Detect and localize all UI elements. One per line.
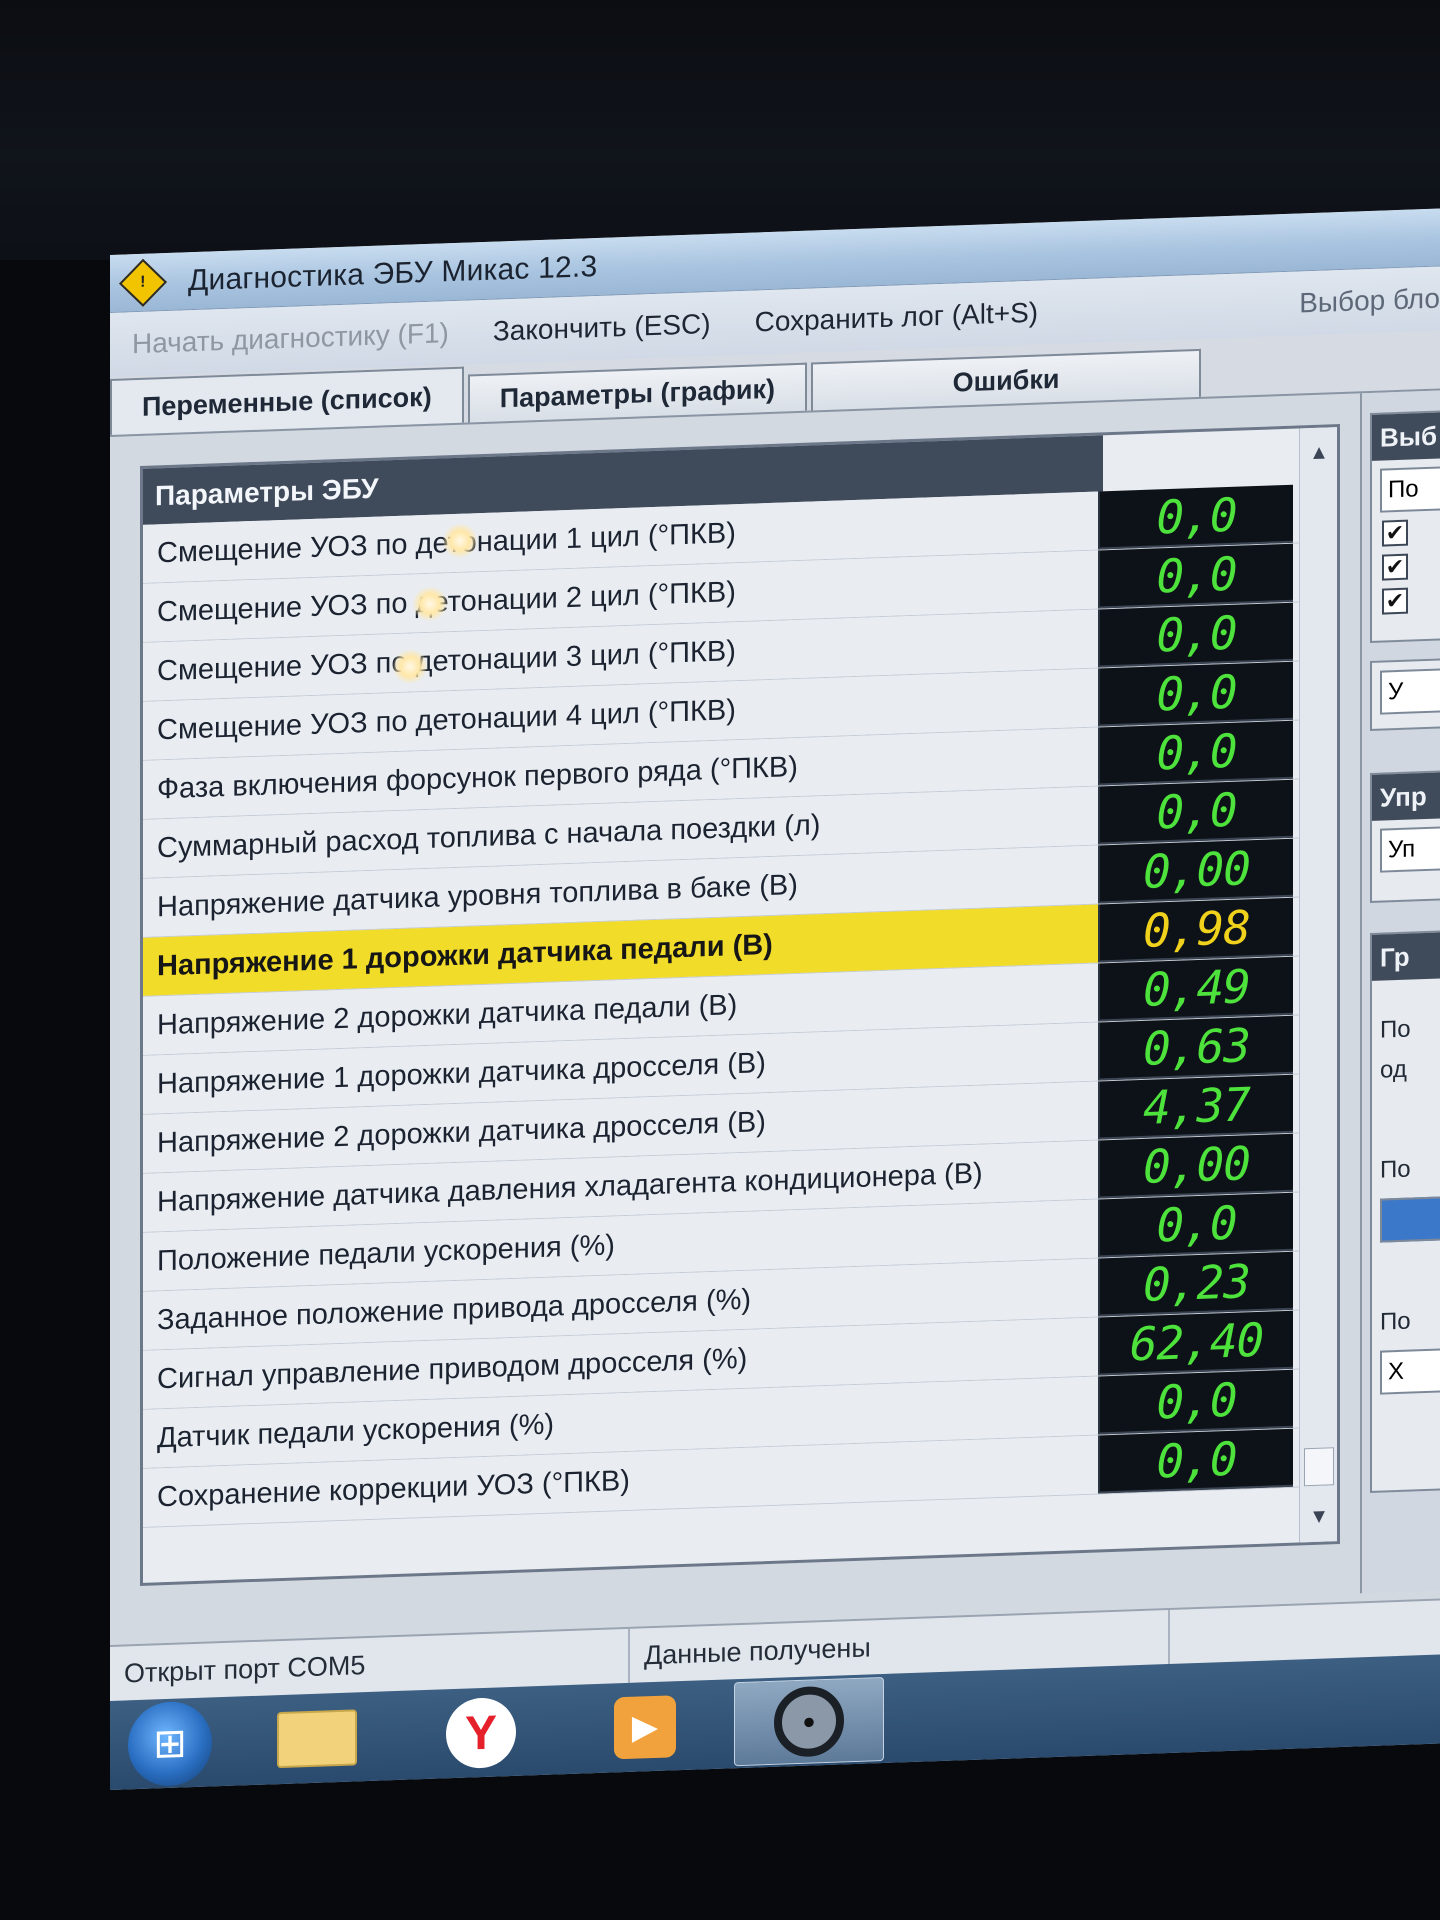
vertical-scrollbar[interactable]: ▲ ▼ (1299, 427, 1338, 1543)
parameter-value: 0,00 (1098, 1133, 1293, 1199)
steering-wheel-icon: ● (774, 1685, 844, 1758)
taskbar-yandex-browser[interactable]: Y (406, 1688, 556, 1777)
side-block-select: Выб По ✔ ✔ ✔ (1370, 409, 1440, 643)
side-text: По (1380, 1015, 1411, 1044)
media-player-icon: ▶ (614, 1695, 676, 1760)
side-panel: Выб По ✔ ✔ ✔ У Упр Уп Гр По од По По Х (1360, 390, 1440, 1594)
parameter-value: 0,0 (1098, 779, 1293, 845)
taskbar-media-player[interactable]: ▶ (570, 1683, 720, 1772)
status-empty (1170, 1601, 1440, 1664)
checkbox-checked-icon[interactable]: ✔ (1382, 553, 1408, 581)
finish-button[interactable]: Закончить (ESC) (471, 307, 733, 348)
parameter-value: 0,49 (1098, 956, 1293, 1022)
windows-start-icon[interactable]: ⊞ (128, 1700, 212, 1788)
parameter-value: 0,0 (1098, 720, 1293, 786)
side-block-action: У (1370, 657, 1440, 731)
parameter-value: 0,0 (1098, 484, 1293, 550)
side-selected-field[interactable] (1380, 1196, 1440, 1243)
parameter-value: 4,37 (1098, 1074, 1293, 1140)
parameter-value: 0,23 (1098, 1251, 1293, 1317)
parameter-value: 0,0 (1098, 602, 1293, 668)
parameter-value: 0,0 (1098, 1369, 1293, 1435)
save-log-button[interactable]: Сохранить лог (Alt+S) (733, 296, 1061, 339)
app-logo-icon: ! (118, 258, 168, 307)
control-dropdown[interactable]: Уп (1380, 826, 1440, 873)
side-block-control: Упр Уп (1370, 769, 1440, 903)
window-title: Диагностика ЭБУ Микас 12.3 (188, 249, 598, 297)
work-area: Параметры ЭБУ Смещение УОЗ по детонации … (110, 388, 1440, 1645)
scroll-down-icon[interactable]: ▼ (1300, 1497, 1338, 1536)
parameter-value: 0,63 (1098, 1015, 1293, 1081)
checkbox-checked-icon[interactable]: ✔ (1382, 519, 1408, 547)
scroll-up-icon[interactable]: ▲ (1300, 433, 1338, 472)
side-input-field[interactable]: Х (1380, 1348, 1440, 1395)
parameter-value: 0,98 (1098, 897, 1293, 963)
side-block-header: Упр (1372, 771, 1440, 821)
start-diagnostics-button[interactable]: Начать диагностику (F1) (110, 316, 471, 361)
side-text: од (1380, 1055, 1407, 1084)
select-block-button[interactable]: Выбор бло (1277, 283, 1440, 321)
side-action-button[interactable]: У (1380, 668, 1440, 715)
select-dropdown[interactable]: По (1380, 466, 1440, 513)
taskbar-explorer[interactable] (242, 1694, 392, 1783)
parameter-value: 0,0 (1098, 1192, 1293, 1258)
parameter-value: 0,0 (1098, 1428, 1293, 1494)
ecu-parameters-panel: Параметры ЭБУ Смещение УОЗ по детонации … (140, 424, 1340, 1586)
parameter-value: 0,0 (1098, 661, 1293, 727)
side-text: По (1380, 1155, 1411, 1184)
parameter-value: 62,40 (1098, 1310, 1293, 1376)
side-block-graph: Гр По од По По Х (1370, 929, 1440, 1493)
side-block-header: Выб (1372, 411, 1440, 461)
taskbar-diagnostics-app[interactable]: ● (734, 1676, 884, 1767)
side-block-header: Гр (1372, 931, 1440, 981)
side-text: По (1380, 1307, 1411, 1336)
parameter-value: 0,00 (1098, 838, 1293, 904)
app-window: ! Диагностика ЭБУ Микас 12.3 Начать диаг… (110, 208, 1440, 1790)
scroll-thumb[interactable] (1304, 1447, 1334, 1487)
checkbox-checked-icon[interactable]: ✔ (1382, 587, 1408, 615)
yandex-browser-icon: Y (446, 1696, 516, 1770)
folder-icon (277, 1709, 357, 1769)
parameter-value: 0,0 (1098, 543, 1293, 609)
parameter-list: Смещение УОЗ по детонации 1 цил (°ПКВ) 0… (143, 484, 1303, 1528)
